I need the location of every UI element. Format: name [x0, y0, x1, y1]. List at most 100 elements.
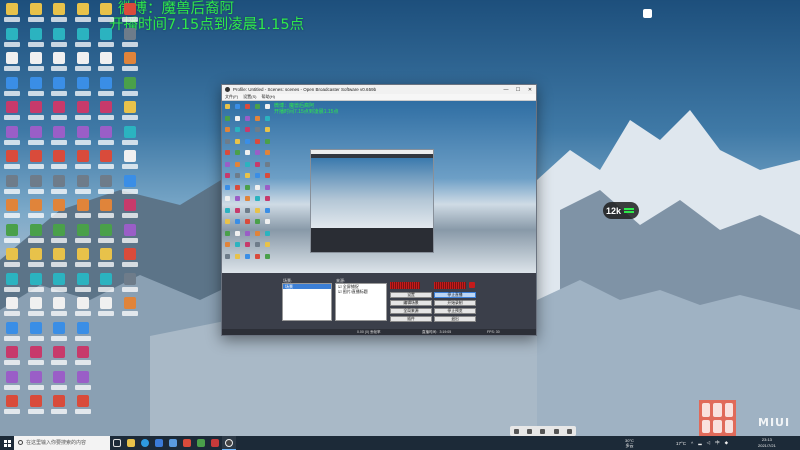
desktop-icon[interactable]: [2, 395, 22, 419]
desktop-icon[interactable]: [26, 346, 46, 370]
desktop-icon[interactable]: [26, 174, 46, 199]
taskbar-app-obs[interactable]: [222, 436, 236, 450]
taskbar-app-browser[interactable]: [152, 436, 166, 450]
tray-app-icon[interactable]: [702, 403, 711, 417]
desktop-icon[interactable]: [73, 395, 93, 419]
mic-volume-meter[interactable]: [434, 282, 466, 289]
desktop-icon[interactable]: [73, 248, 93, 272]
speaker-icon[interactable]: [469, 282, 475, 288]
desktop-icon[interactable]: [49, 150, 69, 174]
desktop-icon[interactable]: [73, 223, 93, 248]
taskbar-app-game[interactable]: [208, 436, 222, 450]
desktop-icon[interactable]: [96, 52, 116, 76]
desktop-icon[interactable]: [2, 346, 22, 370]
desktop-icon[interactable]: [96, 248, 116, 272]
desktop-icon[interactable]: [73, 27, 93, 52]
desktop-icon[interactable]: [73, 272, 93, 297]
floating-app-icon[interactable]: [643, 9, 652, 18]
desktop-icon[interactable]: [96, 297, 116, 321]
desktop-icon[interactable]: [73, 76, 93, 101]
maximize-button[interactable]: ☐: [512, 87, 524, 93]
stop-stream-button[interactable]: 停止直播: [434, 292, 476, 298]
volume-icon[interactable]: ◁: [707, 440, 710, 446]
tray-app-icon[interactable]: [724, 403, 733, 417]
desktop-icon[interactable]: [26, 199, 46, 223]
desktop-icon[interactable]: [49, 125, 69, 150]
desktop-icon[interactable]: [49, 346, 69, 370]
desktop-icon[interactable]: [26, 370, 46, 395]
desktop-icon[interactable]: [2, 248, 22, 272]
desktop-icon[interactable]: [73, 297, 93, 321]
desktop-icon[interactable]: [49, 395, 69, 419]
desktop-icon[interactable]: [120, 52, 140, 76]
close-button[interactable]: ✕: [524, 87, 536, 93]
global-sources-button[interactable]: 全局来源: [390, 308, 432, 314]
desktop-volume-meter[interactable]: [390, 282, 420, 289]
desktop-icon[interactable]: [120, 125, 140, 150]
desktop-icon[interactable]: [96, 150, 116, 174]
desktop-icon[interactable]: [2, 321, 22, 346]
desktop-icon[interactable]: [49, 174, 69, 199]
menu-file[interactable]: 文件(F): [225, 94, 238, 100]
desktop-icon[interactable]: [26, 272, 46, 297]
desktop-icon[interactable]: [96, 101, 116, 125]
desktop-icon[interactable]: [120, 248, 140, 272]
desktop-icon[interactable]: [73, 321, 93, 346]
desktop-icon[interactable]: [2, 125, 22, 150]
desktop-icon[interactable]: [26, 395, 46, 419]
desktop-icon[interactable]: [26, 27, 46, 52]
desktop-icon[interactable]: [26, 297, 46, 321]
minimize-button[interactable]: —: [500, 87, 512, 93]
desktop-icon[interactable]: [96, 223, 116, 248]
weather-widget[interactable]: 30°C 多云: [625, 436, 634, 450]
desktop-icon[interactable]: [2, 52, 22, 76]
desktop-icon[interactable]: [49, 223, 69, 248]
plugins-button[interactable]: 插件: [390, 316, 432, 322]
desktop-icon[interactable]: [26, 223, 46, 248]
desktop-icon[interactable]: [96, 27, 116, 52]
desktop-icon[interactable]: [49, 101, 69, 125]
desktop-icon[interactable]: [120, 272, 140, 297]
desktop-icon[interactable]: [26, 125, 46, 150]
start-button[interactable]: [0, 436, 14, 450]
sources-panel[interactable]: 来源: ☑ 全屏捕捉 ☑ 图片/直播标题: [335, 278, 387, 321]
desktop-icon[interactable]: [2, 150, 22, 174]
taskbar-app-chat[interactable]: [194, 436, 208, 450]
desktop-icon[interactable]: [26, 321, 46, 346]
tray-app-icon[interactable]: [702, 419, 711, 433]
desktop-icon[interactable]: [26, 3, 46, 27]
desktop-icon[interactable]: [96, 3, 116, 27]
desktop-icon[interactable]: [96, 199, 116, 223]
taskbar-app-explorer[interactable]: [124, 436, 138, 450]
taskbar-app-music[interactable]: [180, 436, 194, 450]
desktop-icon[interactable]: [26, 248, 46, 272]
desktop-icon[interactable]: [96, 272, 116, 297]
desktop-icon[interactable]: [2, 101, 22, 125]
toolbar-icon[interactable]: [514, 428, 520, 434]
desktop-icon[interactable]: [49, 3, 69, 27]
task-view-icon[interactable]: [110, 436, 124, 450]
desktop-icon[interactable]: [120, 297, 140, 321]
network-icon[interactable]: ▂: [698, 440, 701, 446]
settings-button[interactable]: 设置: [390, 292, 432, 298]
shield-icon[interactable]: ◆: [725, 440, 728, 446]
edit-scene-button[interactable]: 编辑场景: [390, 300, 432, 306]
desktop-icon[interactable]: [49, 27, 69, 52]
desktop-icon[interactable]: [120, 27, 140, 52]
desktop-icon[interactable]: [73, 52, 93, 76]
preview-button[interactable]: 停止预览: [434, 308, 476, 314]
tray-app-icon[interactable]: [713, 403, 722, 417]
taskbar-app-store[interactable]: [166, 436, 180, 450]
desktop-icon[interactable]: [49, 297, 69, 321]
scene-item-selected[interactable]: 场景: [283, 284, 331, 289]
desktop-icon[interactable]: [120, 199, 140, 223]
desktop-icon[interactable]: [2, 27, 22, 52]
desktop-icon[interactable]: [49, 321, 69, 346]
desktop-icon[interactable]: [2, 3, 22, 27]
desktop-icon[interactable]: [2, 76, 22, 101]
desktop-icon[interactable]: [120, 150, 140, 174]
toolbar-icon[interactable]: [553, 428, 559, 434]
exit-button[interactable]: 退出: [434, 316, 476, 322]
input-language[interactable]: 中: [715, 440, 720, 446]
start-recording-button[interactable]: 开始录制: [434, 300, 476, 306]
